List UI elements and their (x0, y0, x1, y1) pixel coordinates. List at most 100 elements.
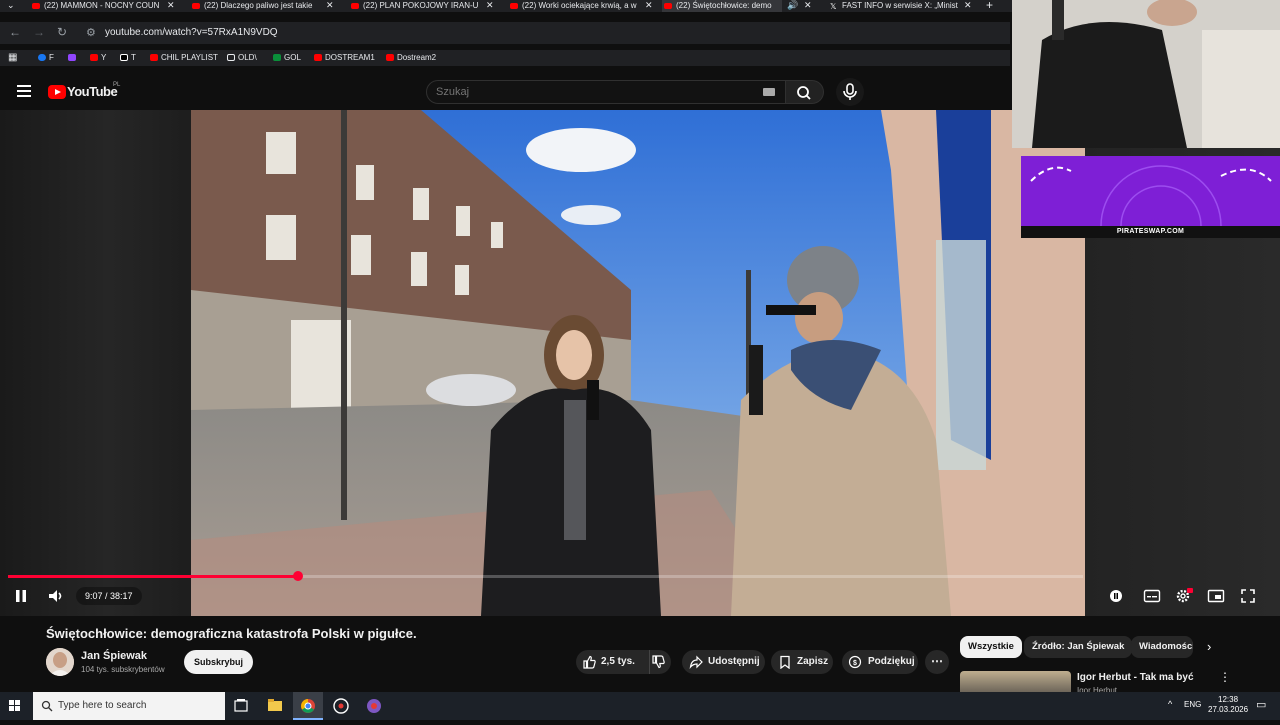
keyboard-icon[interactable] (763, 88, 775, 96)
channel-name[interactable]: Jan Śpiewak (81, 650, 147, 662)
tab-audio-icon[interactable]: 🔊 (787, 0, 798, 11)
notifications-icon[interactable]: ▭ (1256, 698, 1266, 711)
ad-graphic (1021, 156, 1280, 238)
taskbar-app-2[interactable] (359, 692, 389, 720)
recommended-title[interactable]: Igor Herbut - Tak ma być (1077, 672, 1194, 683)
logo-text: YouTube (67, 84, 118, 100)
url-field[interactable]: youtube.com/watch?v=57RxA1N9VDQ (105, 27, 278, 38)
browser-tab[interactable]: (22) PLAN POKOJOWY IRAN-U (349, 0, 479, 12)
taskbar-search[interactable]: Type here to search (33, 692, 225, 720)
progress-bar[interactable] (8, 571, 1083, 581)
avatar[interactable] (46, 648, 74, 676)
bookmark-item[interactable]: CHIL PLAYLIST (150, 52, 218, 64)
tab-close-icon[interactable]: ✕ (645, 0, 653, 11)
tab-close-icon[interactable]: ✕ (804, 0, 812, 11)
bookmark-item[interactable]: DOSTREAM1 (314, 52, 375, 64)
forward-icon[interactable]: → (33, 25, 45, 39)
back-icon[interactable]: ← (9, 25, 21, 39)
microphone-icon (843, 83, 857, 100)
recommended-menu-icon[interactable]: ⋮ (1219, 670, 1231, 684)
x-icon (120, 54, 128, 61)
ad-overlay: PIRATESWAP.COM (1021, 156, 1280, 238)
pause-button[interactable] (13, 588, 29, 609)
input-language[interactable]: ENG (1184, 700, 1201, 709)
like-count: 2,5 tys. (601, 656, 635, 667)
reload-icon[interactable]: ↻ (57, 25, 67, 39)
chip-news[interactable]: Wiadomości (1131, 636, 1193, 658)
bookmark-label: CHIL PLAYLIST (161, 53, 218, 62)
search-icon (41, 700, 53, 712)
task-view-button[interactable] (226, 692, 256, 720)
new-tab-icon[interactable]: + (986, 0, 993, 11)
gol-icon (273, 54, 281, 61)
x-icon: 𝕏 (830, 2, 837, 11)
browser-tab-active[interactable]: (22) Świętochłowice: demo (662, 0, 782, 12)
bookmark-item[interactable]: GOL (273, 52, 301, 64)
voice-search-button[interactable] (836, 78, 864, 106)
tab-close-icon[interactable]: ✕ (486, 0, 494, 11)
tab-close-icon[interactable]: ✕ (167, 0, 175, 11)
clock[interactable]: 12:38 27.03.2026 (1208, 695, 1248, 715)
thumbs-down-icon (652, 655, 665, 669)
bookmark-label: T (131, 53, 136, 62)
thanks-button[interactable]: $ Podziękuj (842, 650, 918, 674)
bookmark-item[interactable]: T (120, 52, 136, 64)
search-button[interactable] (786, 80, 824, 104)
subtitles-button[interactable] (1143, 588, 1161, 609)
menu-icon[interactable] (17, 85, 31, 97)
bookmark-item[interactable]: Dostream2 (386, 52, 436, 64)
task-view-icon (234, 699, 248, 712)
apps-grid-icon[interactable]: ▦ (8, 52, 17, 64)
miniplayer-button[interactable] (1207, 588, 1225, 609)
tab-label: (22) Worki ociekające krwią, a w (522, 1, 637, 10)
youtube-logo[interactable]: YouTube PL (48, 82, 120, 101)
browser-tab[interactable]: (22) Worki ociekające krwią, a w (508, 0, 638, 12)
taskbar: Type here to search ^ ENG 12:38 27.03.20… (0, 692, 1280, 720)
bookmark-label: DOSTREAM1 (325, 53, 375, 62)
tab-label: (22) Świętochłowice: demo (676, 1, 772, 10)
share-label: Udostępnij (708, 656, 760, 667)
browser-tab[interactable]: 𝕏 FAST INFO w serwisie X: „Minist (828, 0, 958, 12)
autoplay-toggle[interactable] (1108, 588, 1124, 609)
settings-button[interactable] (1175, 588, 1193, 609)
bookmark-item[interactable]: F (38, 52, 54, 64)
thanks-label: Podziękuj (868, 656, 915, 667)
share-button[interactable]: Udostępnij (682, 650, 765, 674)
video-player[interactable] (0, 110, 1085, 616)
progress-fill (8, 575, 299, 578)
facebook-icon (38, 54, 46, 61)
dislike-button[interactable] (649, 650, 671, 674)
volume-button[interactable] (47, 588, 65, 609)
more-actions-button[interactable]: ⋯ (925, 650, 949, 674)
site-info-icon[interactable]: ⚙ (86, 26, 96, 39)
browser-tab[interactable]: (22) MAMMON - NOCNY COUN (30, 0, 160, 12)
bookmark-item[interactable]: Y (90, 52, 106, 64)
search-input[interactable] (427, 81, 747, 103)
video-frame[interactable] (191, 110, 1085, 616)
subscribe-button[interactable]: Subskrybuj (184, 650, 253, 674)
bookmark-folder[interactable]: OLD\ (227, 52, 257, 64)
bookmark-label: F (49, 53, 54, 62)
taskbar-app[interactable] (326, 692, 356, 720)
bookmark-item[interactable] (68, 52, 79, 64)
taskbar-file-explorer[interactable] (260, 692, 290, 720)
tab-list-chevron-icon[interactable]: ⌄ (7, 0, 15, 11)
tab-close-icon[interactable]: ✕ (964, 0, 972, 11)
taskbar-chrome[interactable] (293, 692, 323, 720)
twitch-icon (68, 54, 76, 61)
chevron-right-icon[interactable]: › (1207, 639, 1211, 654)
chip-source-channel[interactable]: Źródło: Jan Śpiewak (1024, 636, 1133, 658)
webcam-overlay (1012, 0, 1280, 148)
tab-close-icon[interactable]: ✕ (326, 0, 334, 11)
fullscreen-button[interactable] (1240, 588, 1256, 609)
chip-all[interactable]: Wszystkie (960, 636, 1022, 658)
bookmark-label: GOL (284, 53, 301, 62)
save-button[interactable]: Zapisz (771, 650, 833, 674)
bookmark-label: Dostream2 (397, 53, 437, 62)
save-label: Zapisz (797, 656, 829, 667)
windows-start-icon[interactable] (9, 700, 21, 712)
recommended-thumbnail[interactable] (960, 671, 1071, 692)
youtube-icon (90, 54, 98, 61)
browser-tab[interactable]: (22) Dlaczego paliwo jest takie (190, 0, 320, 12)
tray-chevron-icon[interactable]: ^ (1168, 699, 1172, 709)
